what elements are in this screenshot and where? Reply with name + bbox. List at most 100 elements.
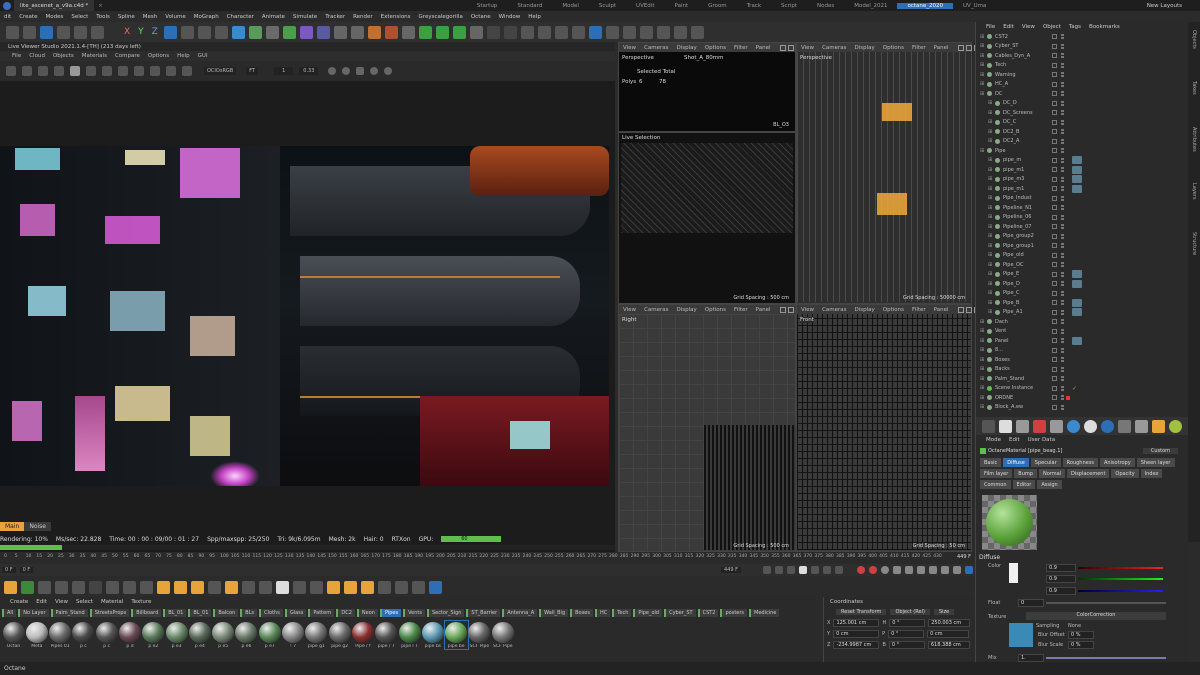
material-tag-icon[interactable] bbox=[1072, 156, 1082, 165]
visibility-toggle[interactable] bbox=[1052, 119, 1057, 125]
polygon-mode-icon[interactable] bbox=[435, 25, 449, 39]
menu-greyscalegorilla[interactable]: Greyscalegorilla bbox=[415, 14, 467, 20]
object-row[interactable]: ⊞ Pipe_E bbox=[980, 270, 1188, 280]
material-item[interactable]: pipe be bbox=[443, 620, 469, 650]
cloner-icon[interactable] bbox=[282, 25, 296, 39]
size-field[interactable]: 250.003 cm bbox=[928, 618, 971, 627]
attr-tab-basic[interactable]: Basic bbox=[980, 458, 1002, 467]
dot2-icon[interactable] bbox=[342, 67, 351, 75]
visibility-toggle[interactable] bbox=[1052, 129, 1057, 135]
attr-tab-displacement[interactable]: Displacement bbox=[1067, 469, 1110, 478]
axis-lock-icon[interactable] bbox=[554, 25, 568, 39]
visibility-toggle[interactable] bbox=[1052, 338, 1057, 344]
viewport-live-selection[interactable]: Live Selection Grid Spacing : 500 cm bbox=[618, 132, 796, 304]
render-dots[interactable] bbox=[1061, 110, 1064, 116]
mix-slider[interactable] bbox=[1046, 657, 1166, 659]
position-field[interactable]: -234.9987 cm bbox=[833, 640, 880, 649]
object-row[interactable]: ⊞ Backs bbox=[980, 365, 1188, 375]
visibility-toggle[interactable] bbox=[1052, 110, 1057, 116]
visibility-toggle[interactable] bbox=[1052, 43, 1057, 49]
float-slider[interactable] bbox=[1046, 602, 1166, 604]
object-name[interactable]: Vent bbox=[995, 328, 1053, 334]
attr-tab-index[interactable]: Index bbox=[1140, 469, 1163, 478]
attr-tab-common[interactable]: Common bbox=[980, 480, 1011, 489]
layout-tab[interactable]: UV_Uma bbox=[953, 3, 996, 9]
attr-menu-userdata[interactable]: User Data bbox=[1024, 437, 1059, 443]
material-layer-chip[interactable]: BL_01 bbox=[188, 608, 212, 617]
snap-icon[interactable] bbox=[520, 25, 534, 39]
expand-icon[interactable]: ⊞ bbox=[988, 186, 993, 192]
attr-menu-edit[interactable]: Edit bbox=[1005, 437, 1024, 443]
visibility-toggle[interactable] bbox=[1052, 309, 1057, 315]
render-dots[interactable] bbox=[1061, 252, 1064, 258]
material-layer-chip[interactable]: Pattern bbox=[308, 608, 335, 617]
snap-settings-icon[interactable] bbox=[639, 25, 653, 39]
material-layer-chip[interactable]: Billboard bbox=[131, 608, 162, 617]
fullscreen-icon[interactable] bbox=[965, 566, 973, 574]
menu-modes[interactable]: Modes bbox=[41, 14, 67, 20]
magnet-icon[interactable] bbox=[293, 580, 306, 594]
hexagon-icon[interactable] bbox=[157, 580, 170, 594]
object-row[interactable]: ⊞ DC_C bbox=[980, 118, 1188, 128]
visibility-toggle[interactable] bbox=[1052, 167, 1057, 173]
expand-icon[interactable]: ⊞ bbox=[980, 385, 985, 391]
render-dots[interactable] bbox=[1061, 271, 1064, 277]
material-item[interactable]: Pipes 01 bbox=[49, 621, 72, 649]
om-menu-edit[interactable]: Edit bbox=[999, 24, 1018, 30]
solo-icon[interactable] bbox=[571, 25, 585, 39]
menu-create[interactable]: Create bbox=[15, 14, 41, 20]
layout-tab[interactable]: Model bbox=[552, 3, 589, 9]
layout-tab[interactable]: Model_2021 bbox=[844, 3, 897, 9]
rotate-icon[interactable] bbox=[91, 25, 104, 39]
guide-icon[interactable] bbox=[656, 25, 670, 39]
material-layer-chip[interactable]: Wall_Big bbox=[539, 608, 569, 617]
menu-extensions[interactable]: Extensions bbox=[377, 14, 415, 20]
material-ball[interactable] bbox=[282, 622, 305, 643]
render-dots[interactable] bbox=[1061, 376, 1064, 382]
z-axis-icon[interactable]: Z bbox=[152, 27, 158, 37]
next-frame-icon[interactable] bbox=[811, 566, 819, 574]
g-value[interactable]: 0.9 bbox=[1046, 575, 1076, 583]
material-tag-icon[interactable] bbox=[1072, 336, 1082, 345]
visibility-toggle[interactable] bbox=[1052, 233, 1057, 239]
expand-icon[interactable]: ⊞ bbox=[988, 100, 993, 106]
point-mode-icon[interactable] bbox=[452, 25, 466, 39]
edge-mode-icon[interactable] bbox=[469, 25, 483, 39]
vp-menu-cameras[interactable]: Cameras bbox=[818, 45, 850, 51]
symmetry-icon[interactable] bbox=[673, 25, 687, 39]
lv-menu-cloud[interactable]: Cloud bbox=[25, 53, 49, 59]
object-name[interactable]: Pipe bbox=[995, 148, 1053, 154]
mm-menu-texture[interactable]: Texture bbox=[127, 599, 155, 605]
workplane-icon[interactable] bbox=[537, 25, 551, 39]
material-layer-chip[interactable]: Glass bbox=[284, 608, 307, 617]
nav-icon[interactable] bbox=[779, 44, 786, 51]
cube-icon[interactable] bbox=[231, 25, 245, 39]
octane-sphere-icon[interactable] bbox=[1084, 419, 1097, 433]
render-dots[interactable] bbox=[1061, 167, 1064, 173]
vp-menu-display[interactable]: Display bbox=[673, 45, 701, 51]
visibility-toggle[interactable] bbox=[1052, 81, 1057, 87]
material-tag-icon[interactable] bbox=[1072, 184, 1082, 193]
material-item[interactable]: Octan bbox=[2, 621, 25, 649]
expand-icon[interactable]: ⊞ bbox=[988, 167, 993, 173]
layout-tab[interactable]: Nodes bbox=[807, 3, 844, 9]
lv-menu-objects[interactable]: Objects bbox=[49, 53, 78, 59]
octane-bulb-icon[interactable] bbox=[1016, 419, 1029, 433]
object-row[interactable]: ⊞ Block_A.ew bbox=[980, 403, 1188, 413]
r-slider[interactable] bbox=[1078, 567, 1163, 569]
dot4-icon[interactable] bbox=[384, 67, 393, 75]
grid-icon[interactable] bbox=[4, 580, 17, 594]
x-axis-icon[interactable]: X bbox=[124, 27, 130, 37]
menu-select[interactable]: Select bbox=[67, 14, 92, 20]
visibility-toggle[interactable] bbox=[1052, 62, 1057, 68]
material-item[interactable]: pipe g2 bbox=[328, 621, 351, 649]
render-dots[interactable] bbox=[1061, 395, 1064, 401]
attr-tab-editor[interactable]: Editor bbox=[1012, 480, 1036, 489]
attr-menu-mode[interactable]: Mode bbox=[982, 437, 1005, 443]
render-dots[interactable] bbox=[1061, 157, 1064, 163]
octane-light-icon[interactable] bbox=[999, 419, 1012, 433]
rotation-field[interactable]: 0 ° bbox=[888, 640, 925, 649]
material-layer-chip[interactable]: Pipes bbox=[379, 608, 402, 617]
render-dots[interactable] bbox=[1061, 300, 1064, 306]
render-dots[interactable] bbox=[1061, 366, 1064, 372]
